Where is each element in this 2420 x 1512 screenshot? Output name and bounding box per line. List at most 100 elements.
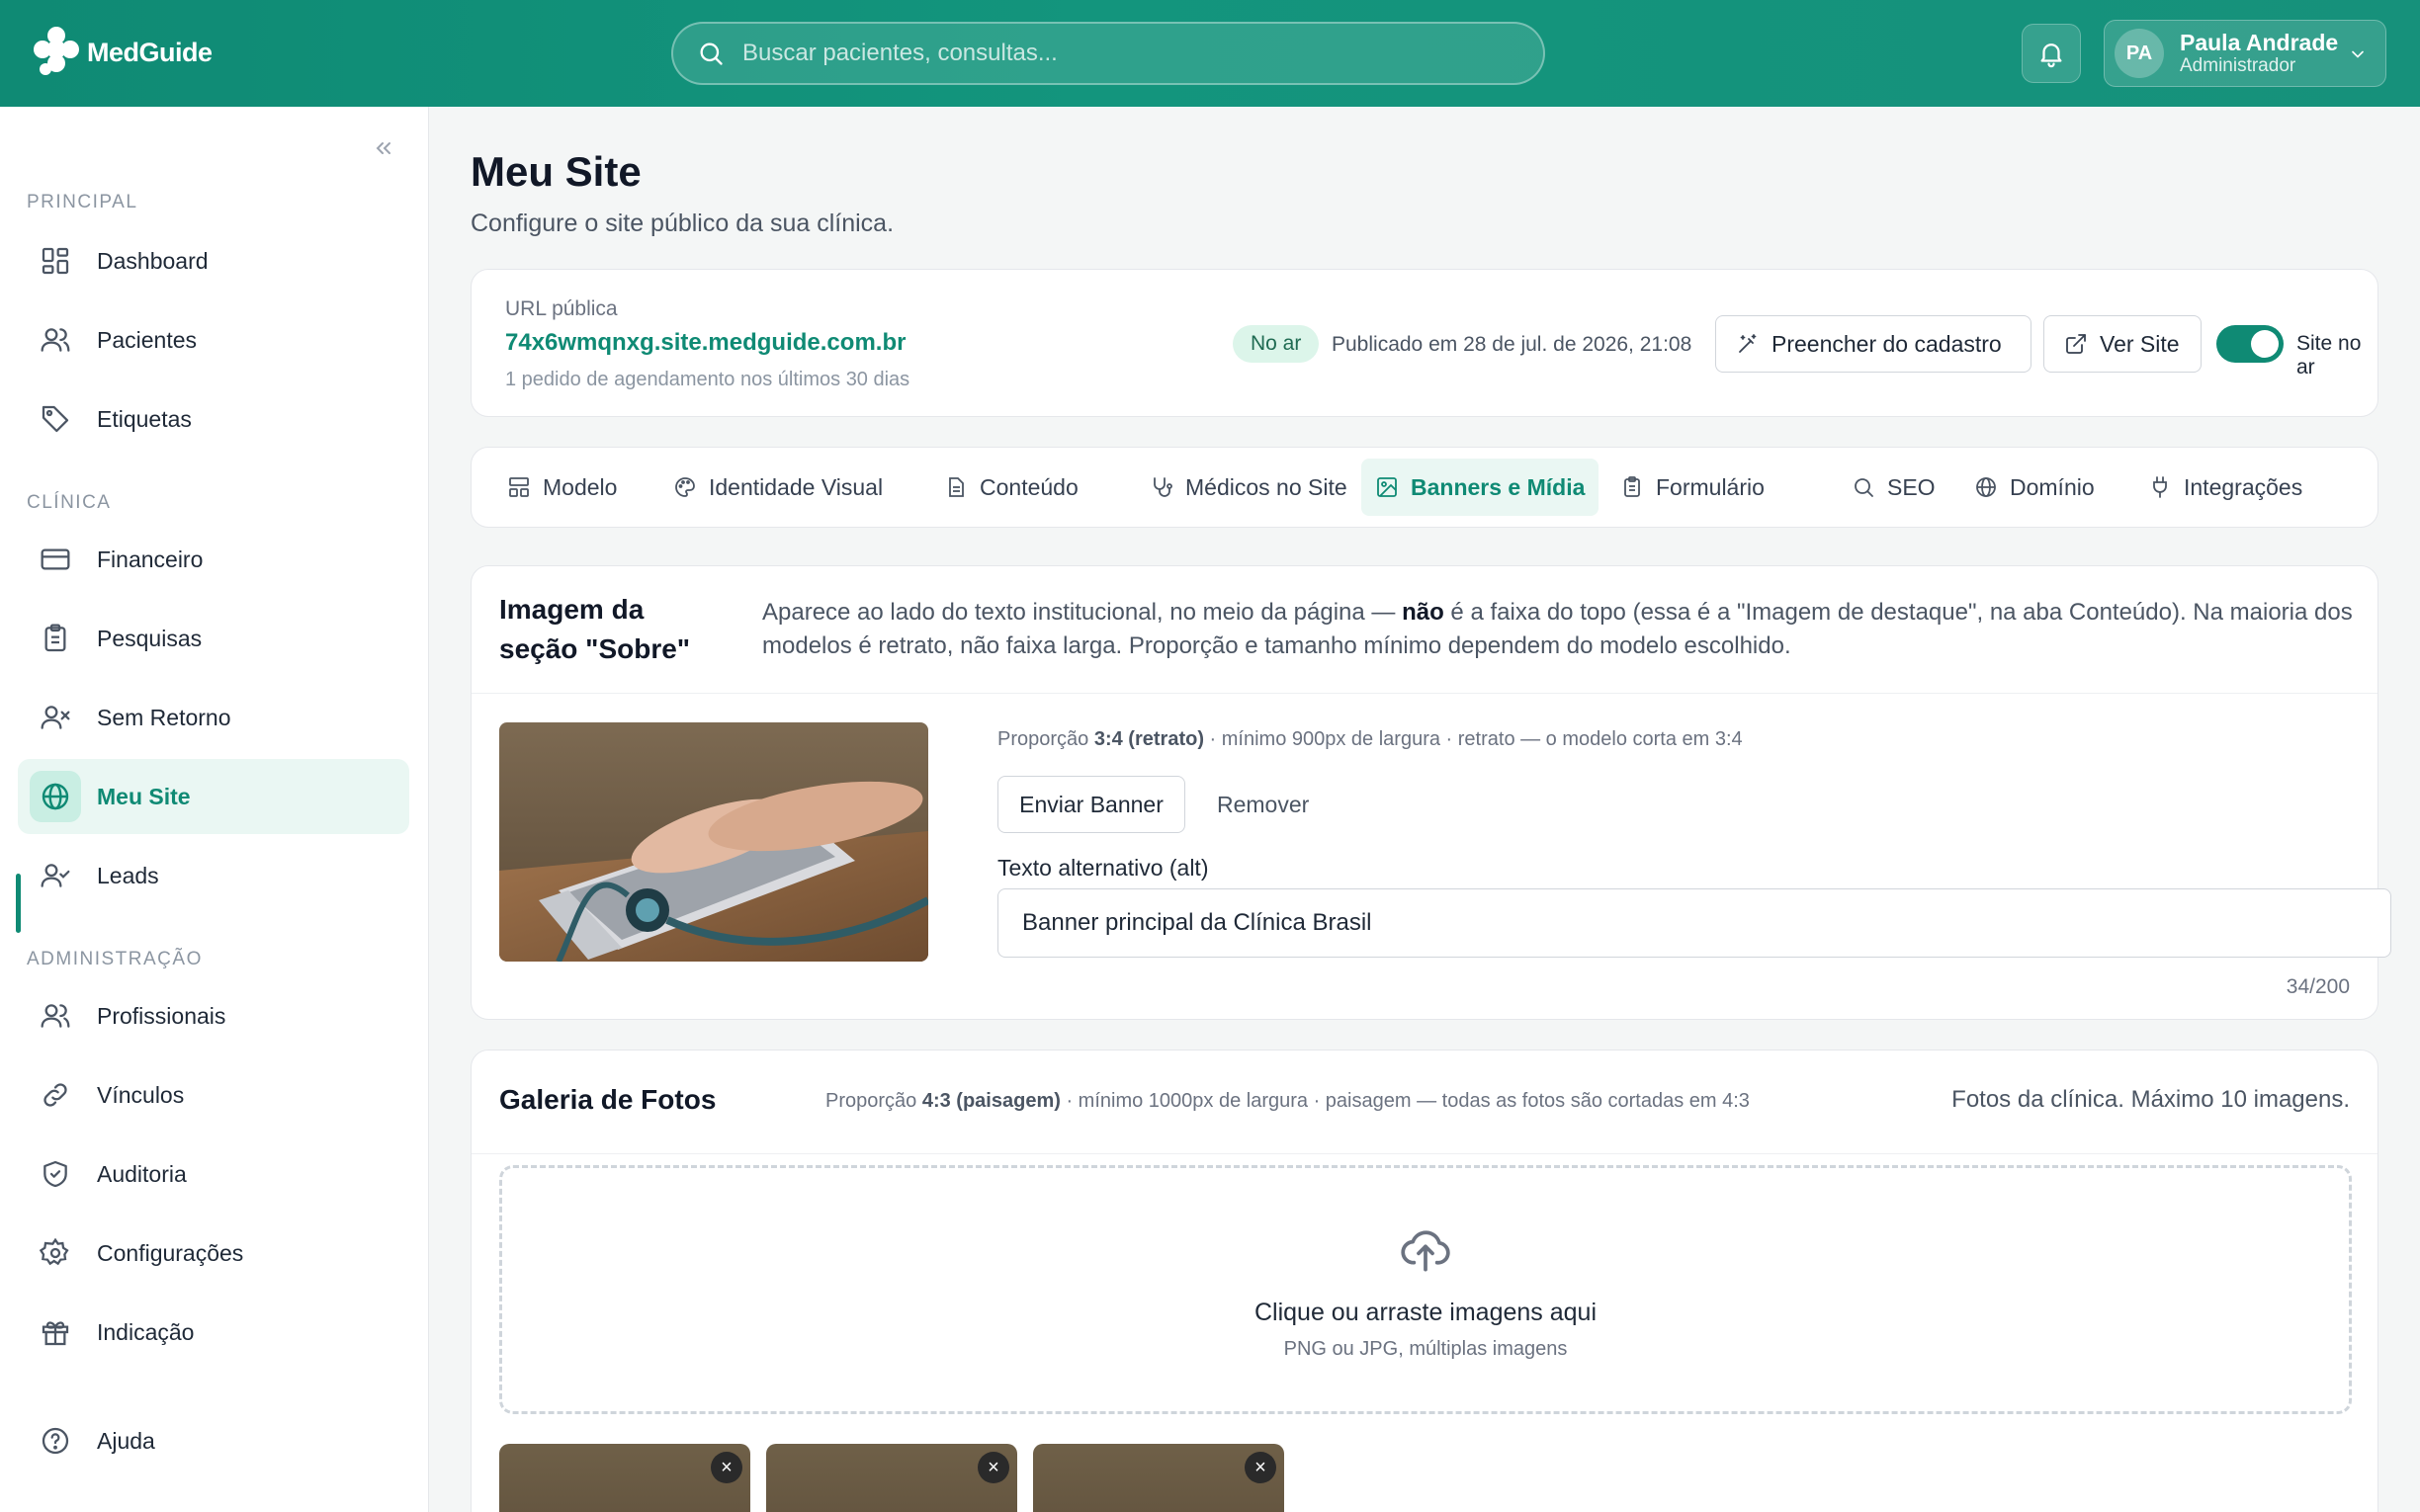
logo-text: MedGuide: [87, 37, 213, 67]
tab-label: Conteúdo: [980, 473, 1079, 500]
search-bar[interactable]: [671, 22, 1545, 85]
status-badge: No ar: [1233, 325, 1320, 363]
page-subtitle: Configure o site público da sua clínica.: [471, 210, 895, 237]
booking-note: 1 pedido de agendamento nos últimos 30 d…: [505, 369, 910, 390]
user-menu[interactable]: PA Paula Andrade Administrador: [2104, 20, 2386, 87]
alt-text-label: Texto alternativo (alt): [997, 855, 1209, 881]
alt-text-input[interactable]: [997, 888, 2391, 958]
sidebar-item-label: Pacientes: [97, 326, 198, 353]
divider: [472, 693, 2377, 694]
sidebar-item-profissionais[interactable]: Profissionais: [18, 978, 409, 1053]
meta-text: · mínimo 1000px de largura · paisagem — …: [1060, 1090, 1750, 1112]
notifications-button[interactable]: [2022, 24, 2081, 83]
stethoscope-icon: [1154, 477, 1172, 497]
tab-label: Médicos no Site: [1185, 473, 1347, 500]
tab-identidade-visual[interactable]: Identidade Visual: [659, 459, 897, 516]
tab-label: Banners e Mídia: [1411, 473, 1586, 500]
users-icon: [41, 328, 70, 352]
gallery-thumbnail: ×: [766, 1444, 1017, 1512]
sidebar-item-label: Dashboard: [97, 247, 209, 274]
tab-integracoes[interactable]: Integrações: [2134, 459, 2316, 516]
meta-emphasis: 4:3 (paisagem): [921, 1090, 1061, 1112]
sidebar-item-label: Financeiro: [97, 546, 204, 572]
sidebar-item-label: Meu Site: [97, 783, 191, 809]
sidebar-item-vinculos[interactable]: Vínculos: [18, 1057, 409, 1133]
section-label-principal: PRINCIPAL: [27, 192, 138, 212]
sidebar-item-meu-site[interactable]: Meu Site: [18, 759, 409, 834]
tab-label: Integrações: [2184, 473, 2303, 500]
view-site-button[interactable]: Ver Site: [2043, 315, 2202, 373]
remove-photo-button[interactable]: ×: [1245, 1452, 1276, 1483]
top-bar: MedGuide PA Paula Andrade Administrador: [0, 0, 2420, 107]
sidebar-item-ajuda[interactable]: Ajuda: [18, 1403, 409, 1478]
gallery-thumbnail: ×: [1033, 1444, 1284, 1512]
link-icon: [43, 1083, 67, 1107]
meta-text: · mínimo 900px de largura · retrato — o …: [1203, 728, 1743, 750]
remove-image-link[interactable]: Remover: [1217, 792, 1309, 818]
meta-text: Proporção: [825, 1090, 922, 1112]
fill-button-label: Preencher do cadastro: [1772, 330, 2002, 357]
sidebar-item-label: Sem Retorno: [97, 704, 231, 730]
tab-label: Modelo: [543, 473, 618, 500]
remove-photo-button[interactable]: ×: [978, 1452, 1009, 1483]
logo[interactable]: MedGuide: [32, 26, 213, 79]
search-input[interactable]: [742, 40, 1513, 67]
cloud-upload-icon: [1401, 1230, 1450, 1272]
sidebar-item-pacientes[interactable]: Pacientes: [18, 302, 409, 378]
gallery-note: Fotos da clínica. Máximo 10 imagens.: [1951, 1086, 2350, 1113]
plug-icon: [2153, 476, 2167, 498]
dashboard-icon: [42, 247, 69, 275]
gallery-requirements: Proporção 4:3 (paisagem) · mínimo 1000px…: [825, 1090, 1750, 1113]
chevron-down-icon: [2352, 50, 2364, 58]
tab-modelo[interactable]: Modelo: [493, 459, 631, 516]
sidebar: PRINCIPAL Dashboard Pacientes Etiquetas …: [0, 107, 429, 1512]
upload-banner-button[interactable]: Enviar Banner: [997, 776, 1185, 833]
tab-seo[interactable]: SEO: [1838, 459, 1949, 516]
user-check-icon: [41, 864, 70, 887]
tab-dominio[interactable]: Domínio: [1960, 459, 2109, 516]
palette-icon: [675, 477, 695, 497]
sidebar-item-label: Indicação: [97, 1318, 195, 1345]
section-label-clinica: CLÍNICA: [27, 492, 112, 513]
sidebar-item-dashboard[interactable]: Dashboard: [18, 223, 409, 298]
sidebar-item-label: Pesquisas: [97, 625, 203, 651]
credit-card-icon: [41, 548, 70, 570]
sidebar-item-indicacao[interactable]: Indicação: [18, 1295, 409, 1370]
sidebar-item-sem-retorno[interactable]: Sem Retorno: [18, 680, 409, 755]
sidebar-item-configuracoes[interactable]: Configurações: [18, 1216, 409, 1291]
remove-photo-button[interactable]: ×: [711, 1452, 742, 1483]
help-circle-icon: [42, 1427, 69, 1455]
user-role: Administrador: [2180, 55, 2296, 76]
tab-conteudo[interactable]: Conteúdo: [930, 459, 1092, 516]
sidebar-item-auditoria[interactable]: Auditoria: [18, 1136, 409, 1212]
sidebar-item-label: Etiquetas: [97, 405, 192, 432]
file-text-icon: [949, 477, 964, 497]
sidebar-item-financeiro[interactable]: Financeiro: [18, 522, 409, 597]
bell-icon: [2040, 43, 2062, 68]
fill-from-registry-button[interactable]: Preencher do cadastro: [1715, 315, 2031, 373]
meta-text: Proporção: [997, 728, 1094, 750]
image-dropzone[interactable]: Clique ou arraste imagens aqui PNG ou JP…: [499, 1165, 2352, 1414]
desc-emphasis: não: [1402, 599, 1444, 626]
tabs-bar: Modelo Identidade Visual Conteúdo Médico…: [471, 447, 2378, 528]
tab-medicos-no-site[interactable]: Médicos no Site: [1136, 459, 1361, 516]
gear-icon: [40, 1237, 69, 1266]
clipboard-icon: [1624, 476, 1640, 497]
desc-text: Aparece ao lado do texto institucional, …: [762, 599, 1403, 626]
tab-label: Identidade Visual: [709, 473, 884, 500]
sidebar-item-etiquetas[interactable]: Etiquetas: [18, 381, 409, 457]
site-url-link[interactable]: 74x6wmqnxg.site.medguide.com.br: [505, 329, 906, 357]
published-date: Publicado em 28 de jul. de 2026, 21:08: [1332, 333, 1692, 356]
site-online-toggle[interactable]: [2216, 325, 2284, 363]
sidebar-item-pesquisas[interactable]: Pesquisas: [18, 601, 409, 676]
tab-label: Formulário: [1656, 473, 1765, 500]
sidebar-item-label: Leads: [97, 862, 159, 888]
tab-formulario[interactable]: Formulário: [1606, 459, 1778, 516]
sidebar-item-leads[interactable]: Leads: [18, 838, 409, 913]
globe-icon: [42, 783, 69, 810]
magic-wand-icon: [1739, 334, 1757, 353]
tab-banners-e-midia[interactable]: Banners e Mídia: [1361, 459, 1599, 516]
globe-icon-wrap: [30, 771, 81, 822]
collapse-sidebar-button[interactable]: [362, 126, 405, 170]
laptop-photo: [499, 722, 928, 962]
